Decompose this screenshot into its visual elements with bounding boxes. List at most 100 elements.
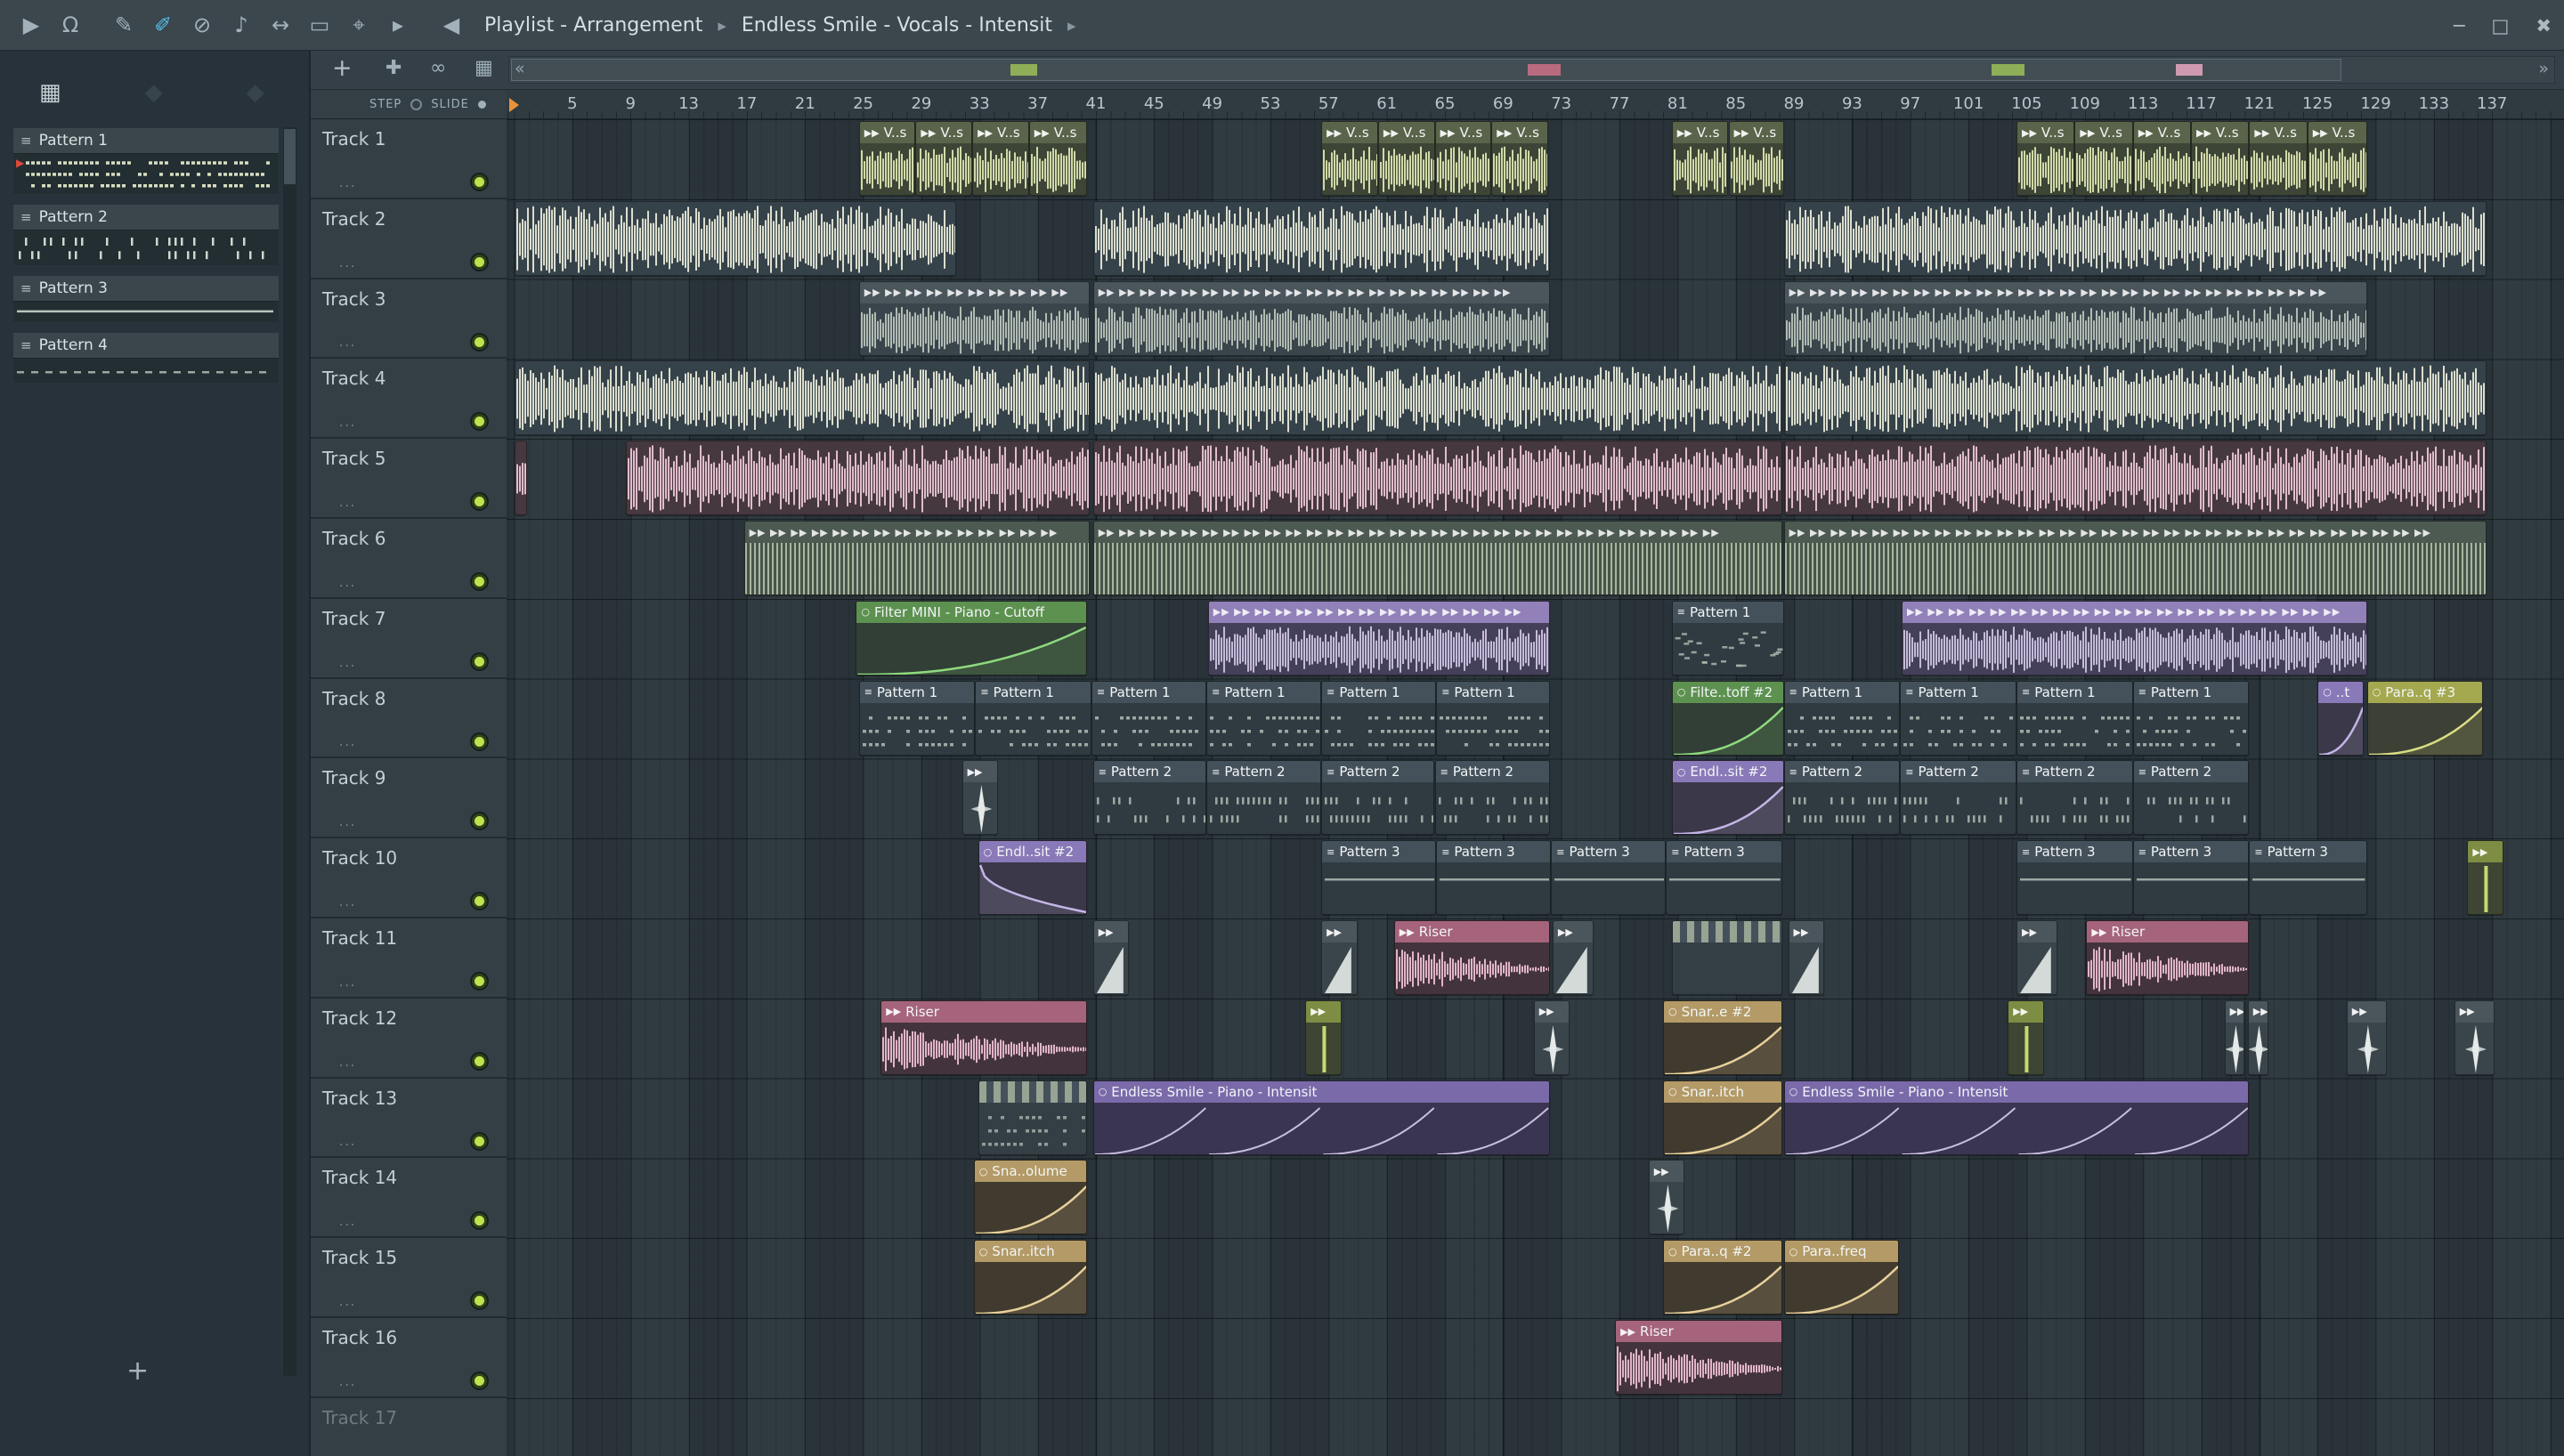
- playlist-clip-v-s[interactable]: ▶▶ V..s: [1434, 121, 1492, 196]
- playlist-clip[interactable]: ▶▶: [2224, 999, 2245, 1075]
- playlist-clip[interactable]: ▶▶ ▶▶ ▶▶ ▶▶ ▶▶ ▶▶ ▶▶ ▶▶ ▶▶ ▶▶ ▶▶ ▶▶ ▶▶ ▶…: [1783, 280, 2367, 356]
- track-header[interactable]: Track 17: [311, 1397, 507, 1456]
- playlist-clip-snar-itch[interactable]: ○ Snar..itch: [1663, 1080, 1782, 1155]
- track-header[interactable]: Track 10...: [311, 838, 507, 918]
- playlist-clip[interactable]: [514, 360, 1091, 436]
- playlist-clip-endl-sit-2[interactable]: ○ Endl..sit #2: [978, 840, 1088, 916]
- track-header[interactable]: Track 14...: [311, 1158, 507, 1239]
- playlist-clip-pattern-3[interactable]: ≡ Pattern 3: [1321, 840, 1437, 916]
- playlist-clip-pattern-3[interactable]: ≡ Pattern 3: [1551, 840, 1667, 916]
- pattern-list-scrollbar[interactable]: [283, 127, 296, 1376]
- track-header[interactable]: Track 9...: [311, 758, 507, 839]
- minimap[interactable]: « »: [508, 56, 2555, 84]
- playlist-clip-v-s[interactable]: ▶▶ V..s: [1028, 121, 1088, 196]
- playlist-clip[interactable]: ▶▶: [2008, 999, 2044, 1075]
- link-icon[interactable]: ∞: [430, 57, 446, 79]
- mute-tool-icon[interactable]: ♪: [223, 6, 260, 44]
- playlist-clip-pattern-1[interactable]: ≡ Pattern 1: [858, 680, 976, 756]
- playlist-grid[interactable]: ▶▶ V..s ▶▶ V..s ▶▶ V..s ▶▶ V..s ▶▶ V..s ▶▶ V..s ▶▶ V.…: [507, 119, 2564, 1456]
- pattern-grid-icon[interactable]: ▦: [39, 79, 61, 106]
- playlist-clip-pattern-1[interactable]: ≡ Pattern 1: [2016, 680, 2133, 756]
- track-header[interactable]: Track 6...: [311, 519, 507, 599]
- track-header[interactable]: Track 12...: [311, 998, 507, 1079]
- playlist-clip[interactable]: ▶▶: [1533, 999, 1570, 1075]
- playlist-clip[interactable]: [1783, 441, 2487, 516]
- playlist-clip-pattern-1[interactable]: ≡ Pattern 1: [2132, 680, 2250, 756]
- track-mute-led[interactable]: [472, 653, 487, 669]
- track-mute-led[interactable]: [472, 1373, 487, 1388]
- track-header[interactable]: Track 1...: [311, 119, 507, 199]
- playlist-clip-riser[interactable]: ▶▶ Riser: [880, 999, 1088, 1075]
- draw-tool-icon[interactable]: ✎: [105, 6, 142, 44]
- track-mute-led[interactable]: [472, 894, 487, 910]
- track-mute-led[interactable]: [472, 414, 487, 430]
- playlist-clip-v-s[interactable]: ▶▶ V..s: [972, 121, 1029, 196]
- playlist-clip[interactable]: [978, 1080, 1088, 1155]
- playlist-clip[interactable]: ▶▶: [1305, 999, 1342, 1075]
- close-button[interactable]: ✖: [2536, 15, 2552, 36]
- playlist-clip--t[interactable]: ○ ..t: [2317, 680, 2365, 756]
- track-header[interactable]: Track 16...: [311, 1318, 507, 1398]
- playlist-clip-pattern-3[interactable]: ≡ Pattern 3: [2249, 840, 2367, 916]
- playlist-clip-riser[interactable]: ▶▶ Riser: [1393, 920, 1550, 995]
- playlist-clip[interactable]: ▶▶: [2346, 999, 2388, 1075]
- playlist-clip-v-s[interactable]: ▶▶ V..s: [1321, 121, 1378, 196]
- playlist-clip[interactable]: ▶▶: [1321, 920, 1358, 995]
- playlist-clip-pattern-1[interactable]: ≡ Pattern 1: [975, 680, 1092, 756]
- playlist-clip-v-s[interactable]: ▶▶ V..s: [2016, 121, 2075, 196]
- playlist-clip[interactable]: [1783, 200, 2487, 276]
- track-mute-led[interactable]: [472, 1293, 487, 1309]
- playlist-clip-pattern-1[interactable]: ≡ Pattern 1: [1436, 680, 1550, 756]
- track-header[interactable]: Track 4...: [311, 359, 507, 440]
- track-mute-led[interactable]: [472, 974, 487, 989]
- playlist-clip-pattern-3[interactable]: ≡ Pattern 3: [1436, 840, 1552, 916]
- playlist-clip[interactable]: ▶▶ ▶▶ ▶▶ ▶▶ ▶▶ ▶▶ ▶▶ ▶▶ ▶▶ ▶▶ ▶▶ ▶▶ ▶▶ ▶…: [1783, 521, 2487, 595]
- pattern-list-item[interactable]: ≡ Pattern 3: [12, 275, 280, 323]
- pattern-list-item[interactable]: ≡ Pattern 1 ▶: [12, 127, 280, 195]
- playlist-clip[interactable]: ▶▶: [1092, 920, 1130, 995]
- playlist-clip[interactable]: ▶▶ ▶▶ ▶▶ ▶▶ ▶▶ ▶▶ ▶▶ ▶▶ ▶▶ ▶▶: [858, 280, 1091, 356]
- playlist-clip[interactable]: ▶▶: [2247, 999, 2268, 1075]
- playlist-clip-filter-mini-piano-cutoff[interactable]: ○ Filter MINI - Piano - Cutoff: [856, 600, 1088, 675]
- track-header[interactable]: Track 13...: [311, 1078, 507, 1159]
- select-tool-icon[interactable]: ▭: [301, 6, 338, 44]
- add-pattern-button[interactable]: +: [126, 1355, 149, 1387]
- playlist-clip[interactable]: ▶▶: [2454, 999, 2495, 1075]
- playlist-clip-endless-smile-piano-intensit[interactable]: ○ Endless Smile - Piano - Intensit: [1092, 1080, 1550, 1155]
- playlist-clip-pattern-3[interactable]: ≡ Pattern 3: [2132, 840, 2250, 916]
- speaker-icon[interactable]: ◀: [433, 6, 470, 44]
- playlist-clip-snar-itch[interactable]: ○ Snar..itch: [973, 1240, 1088, 1315]
- play-icon[interactable]: ▶: [12, 6, 50, 44]
- sidebar-tool-icon[interactable]: ◆: [145, 79, 163, 106]
- playlist-clip-pattern-3[interactable]: ≡ Pattern 3: [2016, 840, 2133, 916]
- playlist-clip[interactable]: ▶▶ ▶▶ ▶▶ ▶▶ ▶▶ ▶▶ ▶▶ ▶▶ ▶▶ ▶▶ ▶▶ ▶▶ ▶▶ ▶…: [1092, 521, 1782, 595]
- playlist-clip[interactable]: ▶▶ ▶▶ ▶▶ ▶▶ ▶▶ ▶▶ ▶▶ ▶▶ ▶▶ ▶▶ ▶▶ ▶▶ ▶▶ ▶…: [1092, 280, 1550, 356]
- sidebar-tool-icon[interactable]: ◆: [247, 79, 264, 106]
- playlist-clip[interactable]: ▶▶: [1788, 920, 1825, 995]
- playlist-clip-v-s[interactable]: ▶▶ V..s: [1671, 121, 1729, 196]
- snap-icon[interactable]: ✚: [385, 57, 402, 79]
- playlist-clip-pattern-2[interactable]: ≡ Pattern 2: [1321, 760, 1435, 836]
- playlist-clip[interactable]: ▶▶: [1648, 1160, 1685, 1235]
- playlist-clip-snar-e-2[interactable]: ○ Snar..e #2: [1663, 999, 1782, 1075]
- scroll-right-icon[interactable]: »: [2538, 59, 2549, 78]
- track-mute-led[interactable]: [472, 574, 487, 589]
- playlist-clip[interactable]: [1671, 920, 1782, 995]
- playlist-clip[interactable]: [514, 200, 957, 276]
- playlist-clip[interactable]: [626, 441, 1091, 516]
- playlist-clip-pattern-2[interactable]: ≡ Pattern 2: [1092, 760, 1207, 836]
- minimize-button[interactable]: ─: [2454, 15, 2465, 36]
- playlist-clip-endless-smile-piano-intensit[interactable]: ○ Endless Smile - Piano - Intensit: [1783, 1080, 2250, 1155]
- playlist-clip-v-s[interactable]: ▶▶ V..s: [915, 121, 973, 196]
- playlist-clip-riser[interactable]: ▶▶ Riser: [1615, 1320, 1782, 1395]
- track-mute-led[interactable]: [472, 813, 487, 829]
- track-header[interactable]: Track 8...: [311, 678, 507, 759]
- playlist-clip[interactable]: ▶▶ ▶▶ ▶▶ ▶▶ ▶▶ ▶▶ ▶▶ ▶▶ ▶▶ ▶▶ ▶▶ ▶▶ ▶▶ ▶…: [1902, 600, 2367, 675]
- playlist-clip-v-s[interactable]: ▶▶ V..s: [2132, 121, 2191, 196]
- playlist-clip-pattern-2[interactable]: ≡ Pattern 2: [1206, 760, 1322, 836]
- playlist-clip[interactable]: [1092, 441, 1782, 516]
- playlist-clip[interactable]: [1092, 200, 1550, 276]
- playlist-clip-filte-toff-2[interactable]: ○ Filte..toff #2: [1671, 680, 1784, 756]
- track-mute-led[interactable]: [472, 733, 487, 749]
- playlist-clip-pattern-1[interactable]: ≡ Pattern 1: [1206, 680, 1322, 756]
